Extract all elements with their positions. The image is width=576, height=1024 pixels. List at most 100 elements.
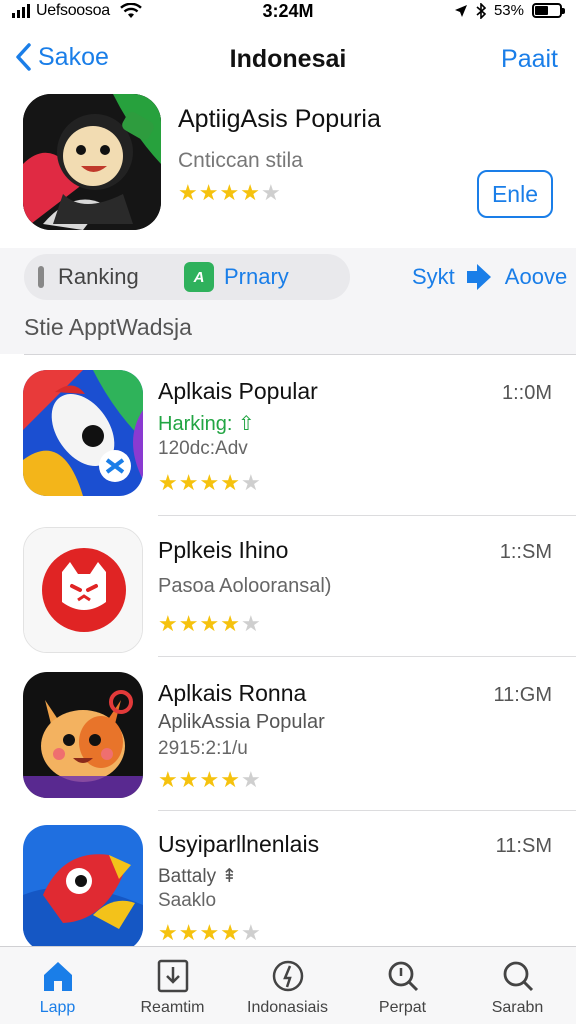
app-list-item[interactable]: Aplkais Popular Harking: ⇧ 120dc:Adv 1::… [0, 370, 576, 520]
app-rating-stars: ★ ★ ★ ★ ★ [158, 472, 261, 494]
status-right: 53% [454, 2, 565, 19]
featured-app[interactable]: AptiigAsis Popuria Cnticcan stila ★ ★ ★ ★ ★ [0, 92, 576, 242]
tab-label: Reamtim [140, 999, 205, 1016]
star-filled-icon: ★ [198, 180, 219, 205]
row-divider [158, 515, 576, 516]
star-empty-icon: ★ [240, 611, 261, 636]
tab-app[interactable]: Lapp [0, 957, 115, 1017]
nav-action-button[interactable]: Paait [501, 45, 558, 74]
search-icon [388, 961, 418, 992]
featured-app-icon [23, 94, 161, 230]
row-divider [158, 810, 576, 811]
star-filled-icon: ★ [199, 920, 220, 945]
app-name: Aplkais Popular [158, 378, 318, 404]
app-subtitle-text: AplikAssia Popular [158, 711, 325, 733]
sort-control[interactable]: Sykt Aoove [412, 262, 567, 292]
tab-label: Lapp [39, 999, 76, 1016]
app-size: 11:SM [495, 835, 552, 857]
star-filled-icon: ★ [199, 767, 220, 792]
star-filled-icon: ★ [178, 767, 199, 792]
above-label: Aoove [504, 264, 568, 289]
section-divider [24, 354, 576, 355]
app-subtitle-text: Battaly ⇞ [158, 866, 238, 887]
sort-label: Sykt [412, 264, 455, 289]
star-filled-icon: ★ [220, 611, 240, 636]
star-filled-icon: ★ [220, 920, 240, 945]
app-list-item[interactable]: Pplkeis Ihino Pasoa Aolooransal) 1::SM ★… [0, 527, 576, 677]
tab-search[interactable]: Sarabn [460, 957, 575, 1017]
star-filled-icon: ★ [178, 920, 199, 945]
app-icon-bird [23, 825, 143, 951]
location-icon [454, 4, 467, 17]
tab-downloads[interactable]: Reamtim [115, 957, 230, 1017]
battery-level [535, 6, 548, 15]
ranking-label: Ranking [58, 264, 139, 289]
star-empty-icon: ★ [240, 920, 261, 945]
star-filled-icon: ★ [158, 920, 178, 945]
back-button[interactable]: Sakoe [14, 42, 109, 72]
tab-bar: Lapp Reamtim Indonasiais Perpat Sarabn [0, 946, 576, 1024]
open-button[interactable]: Enle [477, 170, 553, 218]
app-name: Pplkeis Ihino [158, 537, 289, 563]
arrow-right-icon [466, 264, 491, 290]
app-detail-text: Pasoa Aolooransal) [158, 575, 332, 597]
app-rating-stars: ★ ★ ★ ★ ★ [158, 769, 261, 791]
tab-label: Sarabn [491, 999, 544, 1016]
star-filled-icon: ★ [158, 767, 178, 792]
featured-rating-stars: ★ ★ ★ ★ ★ [178, 182, 281, 204]
star-filled-icon: ★ [158, 470, 178, 495]
tab-indonesia[interactable]: Indonasiais [230, 957, 345, 1017]
tab-label: Indonasiais [247, 999, 328, 1016]
star-empty-icon: ★ [240, 767, 261, 792]
filter-bar: Ranking A Prnary Sykt Aoove Stie ApptWad… [0, 248, 576, 354]
star-filled-icon: ★ [240, 180, 260, 205]
tab-label: Perpat [378, 999, 427, 1016]
star-filled-icon: ★ [178, 180, 198, 205]
app-icon-fox [23, 672, 143, 798]
app-detail-text: 120dc:Adv [158, 438, 248, 459]
app-detail-text: Saaklo [158, 890, 217, 911]
section-title: Stie ApptWadsja [24, 314, 192, 340]
featured-app-subtitle: Cnticcan stila [178, 149, 303, 172]
app-list-item[interactable]: Aplkais Ronna AplikAssia Popular 2915:2:… [0, 672, 576, 822]
chevron-left-icon [16, 43, 31, 71]
app-rating-stars: ★ ★ ★ ★ ★ [158, 613, 261, 635]
row-divider [158, 656, 576, 657]
app-rating-stars: ★ ★ ★ ★ ★ [158, 922, 261, 944]
star-filled-icon: ★ [219, 180, 240, 205]
app-name: Aplkais Ronna [158, 680, 307, 706]
app-icon-cat [23, 527, 143, 653]
home-icon [43, 962, 72, 991]
star-filled-icon: ★ [220, 470, 240, 495]
tab-perpat[interactable]: Perpat [345, 957, 460, 1017]
status-bar: Uefsoosoa 3:24M 53% [0, 0, 576, 26]
primary-label: Prnary [224, 264, 289, 289]
app-size: 1::SM [499, 541, 552, 563]
battery-percent: 53% [493, 2, 524, 19]
clock-icon [272, 960, 303, 992]
star-filled-icon: ★ [199, 470, 220, 495]
star-empty-icon: ★ [240, 470, 261, 495]
primary-badge-icon: A [184, 262, 214, 292]
ranking-segment[interactable]: Ranking [38, 264, 139, 290]
ranking-marker-icon [38, 266, 44, 288]
app-size: 11:GM [493, 684, 552, 706]
app-ranking-text: Harking: ⇧ [158, 413, 255, 435]
app-name: Usyiparllnenlais [158, 831, 320, 857]
star-empty-icon: ★ [260, 180, 281, 205]
app-detail-text: 2915:2:1/u [158, 738, 248, 759]
battery-icon [532, 3, 565, 18]
segmented-control: Ranking A Prnary [24, 254, 350, 300]
primary-segment[interactable]: A Prnary [184, 262, 289, 292]
star-filled-icon: ★ [178, 611, 199, 636]
star-filled-icon: ★ [178, 470, 199, 495]
download-icon [157, 959, 188, 993]
featured-app-name: AptiigAsis Popuria [178, 105, 381, 133]
star-filled-icon: ★ [199, 611, 220, 636]
app-size: 1::0M [501, 382, 552, 404]
back-label: Sakoe [38, 42, 109, 71]
search-icon [503, 961, 533, 992]
app-icon-rocket [23, 370, 143, 496]
bluetooth-icon [476, 2, 486, 19]
star-filled-icon: ★ [220, 767, 240, 792]
